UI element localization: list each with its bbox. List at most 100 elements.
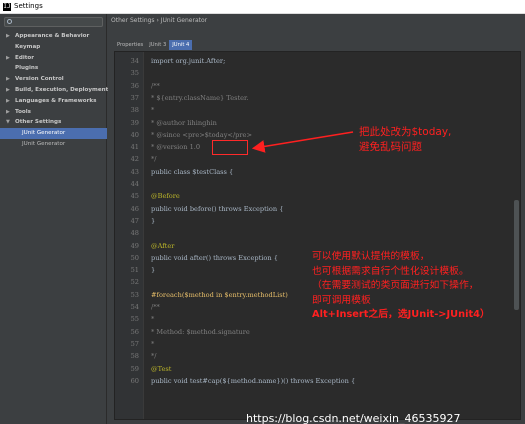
settings-window: ▶ Appearance & Behavior Keymap ▶ Editor Plugi… [0, 14, 525, 424]
line-number: 41 [130, 143, 139, 152]
settings-tree: ▶ Appearance & Behavior Keymap ▶ Editor Plugi… [0, 31, 109, 150]
annotation-line: Alt+Insert之后，选JUnit->JUnit4） [312, 309, 490, 320]
code-line: 40 * @since <pre>$today</pre> [115, 130, 515, 141]
tab[interactable]: JUnit 3 [146, 40, 169, 50]
code-text: * @author lihinghin [151, 118, 217, 127]
sidebar-item-label: Editor [15, 54, 35, 61]
code-text: * Method: $method.signature [151, 327, 250, 336]
code-line: 43 public class $testClass { [115, 167, 515, 178]
annotation-line: 可以使用默认提供的模板， [312, 251, 430, 262]
annotation-line: 即可调用模板 [312, 294, 371, 306]
settings-content: Other Settings › JUnit Generator Propert… [108, 14, 525, 424]
code-text: public void after() throws Exception { [151, 253, 278, 262]
chevron-right-icon[interactable]: ▶ [6, 96, 10, 107]
chevron-right-icon[interactable]: ▶ [6, 107, 10, 118]
annotation-today-note: 把此处改为$today, 避免乱码问题 [359, 125, 451, 155]
annotation-line: 避免乱码问题 [359, 141, 422, 153]
settings-search-input[interactable] [4, 17, 103, 27]
code-text: public void before() throws Exception { [151, 204, 284, 213]
sidebar-item[interactable]: ▶ Build, Execution, Deployment [0, 85, 109, 96]
sidebar-item[interactable]: ▶ Appearance & Behavior [0, 31, 107, 42]
sidebar-item[interactable]: ▶ Languages & Frameworks [0, 96, 107, 107]
annotation-line: 也可根据需求自行个性化设计模板。 [312, 265, 469, 277]
sidebar-item-label: Languages & Frameworks [15, 97, 97, 104]
code-line: 42 */ [115, 154, 515, 165]
code-text: * ${entry.className} Tester. [151, 93, 249, 102]
line-number: 50 [130, 253, 139, 262]
title-bar: IJ Settings [0, 0, 525, 14]
line-number: 58 [130, 352, 139, 361]
code-line: 38 * [115, 105, 515, 116]
line-number: 38 [130, 106, 139, 115]
chevron-right-icon[interactable]: ▶ [6, 74, 10, 85]
code-text: * @version 1.0 [151, 143, 201, 152]
sidebar-item[interactable]: Keymap [0, 42, 107, 53]
sidebar-item-label: Plugins [15, 65, 39, 72]
code-line: 36 /** [115, 81, 515, 92]
editor-scrollbar[interactable] [514, 200, 519, 310]
code-text: * [151, 106, 155, 115]
line-number: 35 [130, 69, 139, 78]
sidebar-item-label: JUnit Generator [22, 130, 66, 137]
search-icon [7, 19, 12, 24]
code-text: * [151, 315, 155, 324]
sidebar-item-label: Build, Execution, Deployment [15, 86, 109, 93]
code-text: * [151, 339, 155, 348]
tab[interactable]: JUnit 4 [169, 40, 193, 50]
line-number: 46 [130, 204, 139, 213]
line-number: 45 [130, 192, 139, 201]
line-number: 39 [130, 118, 139, 127]
sidebar-item-label: Keymap [15, 43, 41, 50]
sidebar-item[interactable]: Plugins [0, 63, 107, 74]
sidebar-item[interactable]: ▶ Editor [0, 53, 107, 64]
tab[interactable]: Properties [114, 40, 146, 50]
code-line: 48 [115, 228, 515, 239]
settings-sidebar: ▶ Appearance & Behavior Keymap ▶ Editor Plugi… [0, 14, 109, 424]
code-line: 57 * [115, 339, 515, 350]
breadcrumb: Other Settings › JUnit Generator [111, 17, 208, 24]
code-line: 47} [115, 216, 515, 227]
annotation-template-note: 可以使用默认提供的模板， 也可根据需求自行个性化设计模板。 （在需要测试的类页面… [312, 250, 490, 323]
line-number: 55 [130, 315, 139, 324]
intellij-app-icon: IJ [3, 3, 11, 11]
code-line: 44 [115, 179, 515, 190]
line-number: 60 [130, 376, 139, 385]
code-line: 37 * ${entry.className} Tester. [115, 93, 515, 104]
today-highlight-box [212, 140, 248, 155]
code-line: 34 import org.junit.After; [115, 56, 515, 67]
code-text: @Before [151, 192, 180, 201]
code-line: 58 */ [115, 351, 515, 362]
chevron-down-icon[interactable]: ▼ [6, 117, 10, 128]
code-text: @Test [151, 364, 172, 373]
code-text: /** [151, 81, 160, 90]
sidebar-item-label: Appearance & Behavior [15, 33, 90, 39]
line-number: 47 [130, 216, 139, 225]
template-tabs: Properties JUnit 3 JUnit 4 [114, 40, 193, 50]
code-line: 46 public void before() throws Exception … [115, 204, 515, 215]
code-line: 35 [115, 68, 515, 79]
code-line: 56 * Method: $method.signature [115, 327, 515, 338]
sidebar-item-label: JUnit Generator [22, 140, 66, 147]
code-text: public class $testClass { [151, 167, 234, 176]
code-text: */ [151, 155, 157, 164]
line-number: 53 [130, 290, 139, 299]
code-line: 59 @Test [115, 364, 515, 375]
annotation-line: 把此处改为$today, [359, 126, 452, 138]
chevron-right-icon[interactable]: ▶ [6, 85, 10, 96]
line-number: 34 [130, 57, 139, 65]
sidebar-item-label: Version Control [15, 76, 64, 83]
sidebar-item[interactable]: ▼ Other Settings [0, 117, 107, 128]
line-number: 43 [130, 167, 139, 176]
code-line: 39 * @author lihinghin [115, 118, 515, 129]
sidebar-item[interactable]: ▶ Version Control [0, 74, 107, 85]
sidebar-item[interactable]: ▶ Tools [0, 107, 107, 118]
chevron-right-icon[interactable]: ▶ [6, 31, 10, 42]
window-title: Settings [14, 2, 43, 10]
sidebar-item[interactable]: JUnit Generator [0, 128, 107, 139]
line-number: 40 [130, 130, 139, 139]
line-number: 48 [130, 229, 139, 238]
chevron-right-icon[interactable]: ▶ [6, 53, 10, 64]
sidebar-item[interactable]: JUnit Generator [0, 139, 107, 150]
code-text: } [151, 216, 156, 225]
template-editor[interactable]: 34 import org.junit.After; 35 36 /** 37 * ${en… [114, 51, 521, 420]
